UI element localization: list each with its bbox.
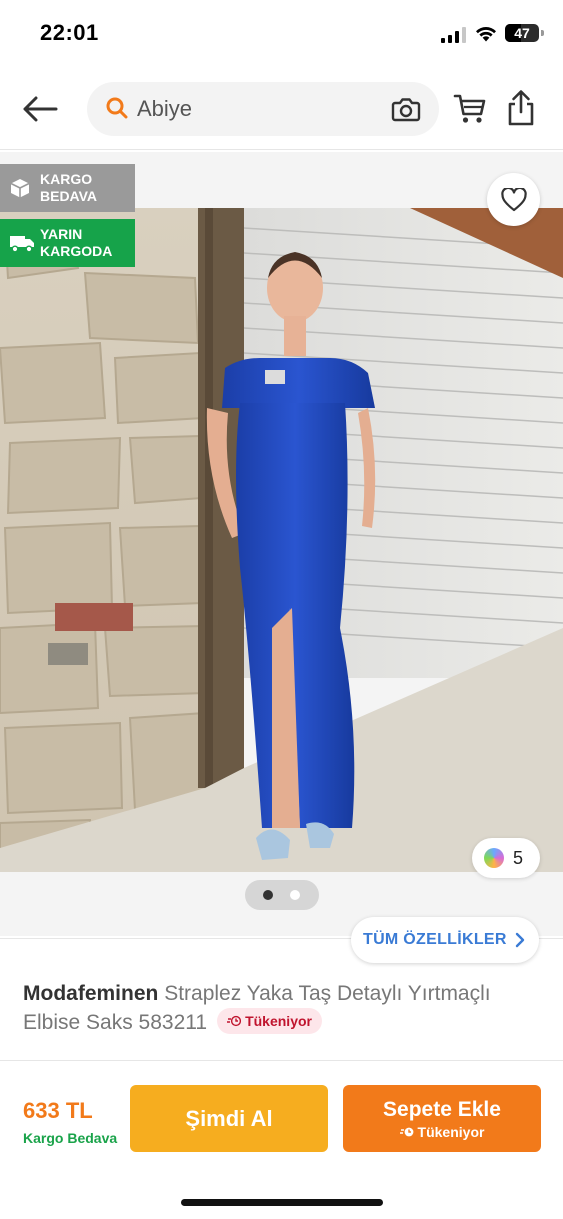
free-shipping-badge: KARGO BEDAVA — [0, 164, 135, 212]
clock-icon — [227, 1015, 242, 1027]
clock-icon — [399, 1127, 413, 1136]
product-photo[interactable] — [0, 208, 563, 872]
back-arrow-icon — [23, 96, 58, 122]
search-icon — [106, 97, 128, 119]
status-bar: 22:01 47 — [0, 0, 563, 68]
box-icon — [10, 179, 30, 198]
back-button[interactable] — [20, 92, 60, 126]
add-to-cart-subtitle-text: Tükeniyor — [417, 1123, 485, 1140]
add-to-cart-label: Sepete Ekle — [383, 1097, 501, 1121]
selling-out-badge: Tükeniyor — [217, 1008, 322, 1034]
shipping-note: Kargo Bedava — [23, 1130, 118, 1146]
add-to-cart-subtitle: Tükeniyor — [399, 1123, 485, 1140]
home-indicator[interactable] — [181, 1199, 383, 1206]
product-brand[interactable]: Modafeminen — [23, 982, 158, 1005]
pagination-dot-active[interactable] — [263, 890, 273, 900]
tomorrow-delivery-badge: YARIN KARGODA — [0, 219, 135, 267]
wifi-icon — [476, 26, 496, 42]
tomorrow-delivery-line2: KARGODA — [40, 243, 113, 259]
image-pagination[interactable] — [245, 880, 319, 910]
color-variants-button[interactable]: 5 — [472, 838, 540, 878]
all-features-label: TÜM ÖZELLİKLER — [363, 931, 507, 948]
share-icon[interactable] — [506, 89, 536, 127]
add-to-cart-button[interactable]: Sepete Ekle Tükeniyor — [343, 1085, 541, 1152]
variant-count: 5 — [513, 848, 524, 868]
search-input[interactable]: Abiye — [137, 82, 192, 136]
heart-icon — [500, 187, 527, 211]
cart-icon[interactable] — [453, 92, 487, 126]
divider — [0, 1060, 563, 1061]
free-shipping-line2: BEDAVA — [40, 188, 98, 204]
status-time: 22:01 — [40, 20, 99, 45]
product-image — [0, 208, 563, 872]
favorite-button[interactable] — [487, 173, 540, 226]
selling-out-label: Tükeniyor — [245, 1013, 312, 1029]
tomorrow-delivery-line1: YARIN — [40, 226, 83, 242]
free-shipping-line1: KARGO — [40, 171, 93, 187]
top-nav: Abiye — [0, 72, 563, 150]
buy-now-label: Şimdi Al — [185, 1105, 273, 1131]
battery-nub — [541, 30, 544, 36]
battery-icon: 47 — [505, 24, 539, 42]
price: 633 TL — [23, 1098, 93, 1123]
product-title: Modafeminen Straplez Yaka Taş Detaylı Yı… — [23, 980, 543, 1037]
price-block: 633 TL Kargo Bedava — [23, 1098, 117, 1146]
pagination-dot[interactable] — [290, 890, 300, 900]
buy-now-button[interactable]: Şimdi Al — [130, 1085, 328, 1152]
chevron-right-icon — [515, 932, 524, 948]
camera-icon[interactable] — [391, 95, 421, 123]
truck-icon — [10, 236, 34, 253]
color-wheel-icon — [484, 848, 504, 868]
cellular-signal-icon — [441, 27, 467, 43]
battery-level: 47 — [514, 25, 530, 41]
all-features-button[interactable]: TÜM ÖZELLİKLER — [351, 917, 539, 963]
search-bar[interactable]: Abiye — [87, 82, 439, 136]
